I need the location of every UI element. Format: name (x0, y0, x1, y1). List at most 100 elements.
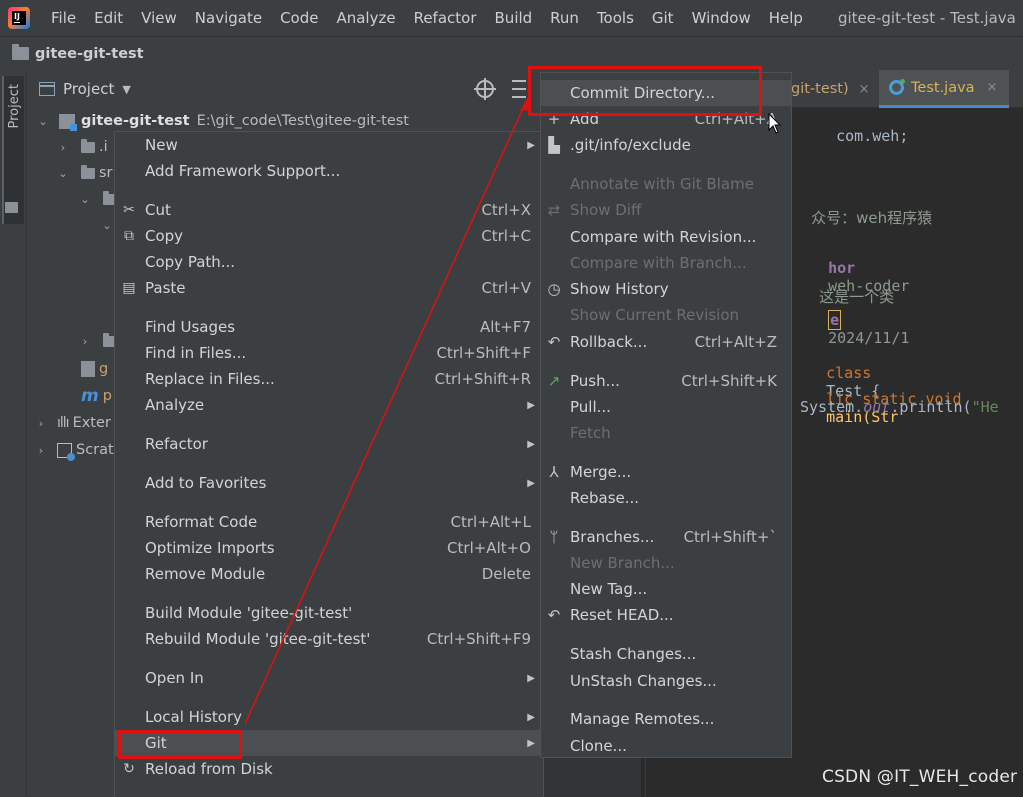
menu-item-branches[interactable]: ᛘ Branches... Ctrl+Shift+` (541, 524, 791, 550)
menu-item-copy-path[interactable]: Copy Path... (115, 249, 543, 275)
watermark: CSDN @IT_WEH_coder (822, 767, 1018, 787)
menu-item-reset-head[interactable]: ↶ Reset HEAD... (541, 602, 791, 628)
project-view-selector[interactable]: Project (63, 80, 114, 98)
menu-item-compare-with-revision[interactable]: Compare with Revision... (541, 224, 791, 250)
menu-item-clone[interactable]: Clone... (541, 733, 791, 759)
menu-item-optimize-imports[interactable]: Optimize Imports Ctrl+Alt+O (115, 535, 543, 561)
menu-tools[interactable]: Tools (588, 9, 643, 27)
locate-icon[interactable] (474, 78, 496, 100)
menu-item-git-info-exclude[interactable]: ▙ .git/info/exclude (541, 132, 791, 158)
menu-help[interactable]: Help (760, 9, 812, 27)
menu-item-reload-from-disk[interactable]: ↻ Reload from Disk (115, 756, 543, 782)
chevron-down-icon[interactable]: ⌄ (57, 167, 69, 180)
menu-item-push[interactable]: ↗ Push... Ctrl+Shift+K (541, 368, 791, 394)
menu-window[interactable]: Window (683, 9, 760, 27)
editor-tab-active[interactable]: Test.java × (879, 70, 1009, 108)
chevron-down-icon[interactable]: ▼ (122, 83, 130, 96)
menu-item-label: Add Framework Support... (145, 162, 341, 180)
scratches-icon (57, 442, 75, 461)
tree-row[interactable]: m p (81, 383, 112, 409)
menu-item-label: Analyze (145, 396, 205, 414)
tree-row-label: g (99, 361, 109, 377)
intellij-logo-icon: IJ (8, 7, 30, 29)
project-name[interactable]: gitee-git-test (35, 46, 144, 62)
chevron-right-icon[interactable]: › (79, 335, 91, 348)
menu-build[interactable]: Build (486, 9, 542, 27)
menu-item-stash-changes[interactable]: Stash Changes... (541, 641, 791, 667)
menu-navigate[interactable]: Navigate (186, 9, 271, 27)
menu-code[interactable]: Code (271, 9, 327, 27)
project-tool-tab-label: Project (7, 84, 22, 129)
tree-row[interactable]: › (79, 328, 117, 354)
code-text: 众号：weh程序猿 (811, 209, 933, 227)
editor-tab[interactable]: git-test) × (791, 70, 870, 108)
tree-row[interactable]: › .i (57, 134, 108, 160)
menu-item-label: Stash Changes... (570, 645, 697, 663)
menu-item-refactor[interactable]: Refactor ▶ (115, 431, 543, 457)
close-icon[interactable]: × (987, 80, 998, 95)
chevron-down-icon[interactable]: ⌄ (101, 219, 113, 232)
menu-run[interactable]: Run (541, 9, 588, 27)
menu-item-local-history[interactable]: Local History ▶ (115, 704, 543, 730)
tree-row[interactable]: ⌄ (101, 212, 113, 238)
chevron-down-icon[interactable]: ⌄ (79, 193, 91, 206)
close-icon[interactable]: × (859, 82, 870, 97)
menu-item-build-module[interactable]: Build Module 'gitee-git-test' (115, 600, 543, 626)
menu-item-new[interactable]: New ▶ (115, 132, 543, 158)
menu-item-show-diff[interactable]: ⇄ Show Diff (541, 197, 791, 223)
tree-row[interactable]: › Scrat (35, 437, 114, 463)
chevron-right-icon[interactable]: › (35, 417, 47, 430)
menu-item-label: Cut (145, 201, 171, 219)
code-line: 众号：weh程序猿 (792, 189, 932, 246)
menu-item-find-usages[interactable]: Find Usages Alt+F7 (115, 314, 543, 340)
menu-item-find-in-files[interactable]: Find in Files... Ctrl+Shift+F (115, 340, 543, 366)
editor-tab-label: git-test) (791, 81, 849, 97)
menu-analyze[interactable]: Analyze (327, 9, 404, 27)
menu-item-show-history[interactable]: ◷ Show History (541, 276, 791, 302)
menu-item-paste[interactable]: ▤ Paste Ctrl+V (115, 275, 543, 301)
menu-item-compare-with-branch[interactable]: Compare with Branch... (541, 250, 791, 276)
submenu-arrow-icon: ▶ (527, 711, 535, 723)
menu-refactor[interactable]: Refactor (405, 9, 486, 27)
code-line: System.out.println("He (800, 398, 999, 416)
menu-item-shortcut: Delete (481, 565, 531, 583)
menu-item-unstash-changes[interactable]: UnStash Changes... (541, 668, 791, 694)
menu-item-pull[interactable]: Pull... (541, 394, 791, 420)
branch-icon: ᛘ (549, 528, 559, 546)
menu-file[interactable]: File (42, 9, 85, 27)
menu-item-remove-module[interactable]: Remove Module Delete (115, 561, 543, 587)
menu-item-manage-remotes[interactable]: Manage Remotes... (541, 706, 791, 732)
menu-item-fetch[interactable]: Fetch (541, 420, 791, 446)
menu-item-open-in[interactable]: Open In ▶ (115, 665, 543, 691)
menu-item-rebase[interactable]: Rebase... (541, 485, 791, 511)
chevron-right-icon[interactable]: › (35, 444, 47, 457)
menu-item-cut[interactable]: ✂ Cut Ctrl+X (115, 197, 543, 223)
menu-item-new-branch[interactable]: New Branch... (541, 550, 791, 576)
menu-item-add-to-favorites[interactable]: Add to Favorites ▶ (115, 470, 543, 496)
chevron-right-icon[interactable]: › (57, 141, 69, 154)
submenu-arrow-icon: ▶ (527, 672, 535, 684)
tree-row[interactable]: › ıllı Exter (35, 410, 111, 436)
menu-item-rebuild-module[interactable]: Rebuild Module 'gitee-git-test' Ctrl+Shi… (115, 626, 543, 652)
menu-item-label: Find Usages (145, 318, 236, 336)
menu-item-analyze[interactable]: Analyze ▶ (115, 392, 543, 418)
menu-item-copy[interactable]: ⧉ Copy Ctrl+C (115, 223, 543, 249)
menu-item-annotate-with-git-blame[interactable]: Annotate with Git Blame (541, 171, 791, 197)
menu-edit[interactable]: Edit (85, 9, 132, 27)
menu-item-rollback[interactable]: ↶ Rollback... Ctrl+Alt+Z (541, 329, 791, 355)
menu-item-reformat-code[interactable]: Reformat Code Ctrl+Alt+L (115, 509, 543, 535)
menu-item-label: Fetch (570, 424, 611, 442)
tree-row[interactable]: g (81, 356, 108, 382)
menu-item-show-current-revision[interactable]: Show Current Revision (541, 302, 791, 328)
menu-git[interactable]: Git (643, 9, 683, 27)
chevron-down-icon[interactable]: ⌄ (37, 115, 49, 128)
menu-item-label: Paste (145, 279, 186, 297)
menu-item-add-framework-support[interactable]: Add Framework Support... (115, 158, 543, 184)
menu-item-merge[interactable]: ⅄ Merge... (541, 459, 791, 485)
menu-item-new-tag[interactable]: New Tag... (541, 576, 791, 602)
menu-item-replace-in-files[interactable]: Replace in Files... Ctrl+Shift+R (115, 366, 543, 392)
collapse-all-icon[interactable] (512, 79, 526, 99)
tree-row[interactable]: ⌄ (79, 186, 117, 212)
menu-view[interactable]: View (132, 9, 186, 27)
tree-row[interactable]: ⌄ sr (57, 160, 113, 186)
